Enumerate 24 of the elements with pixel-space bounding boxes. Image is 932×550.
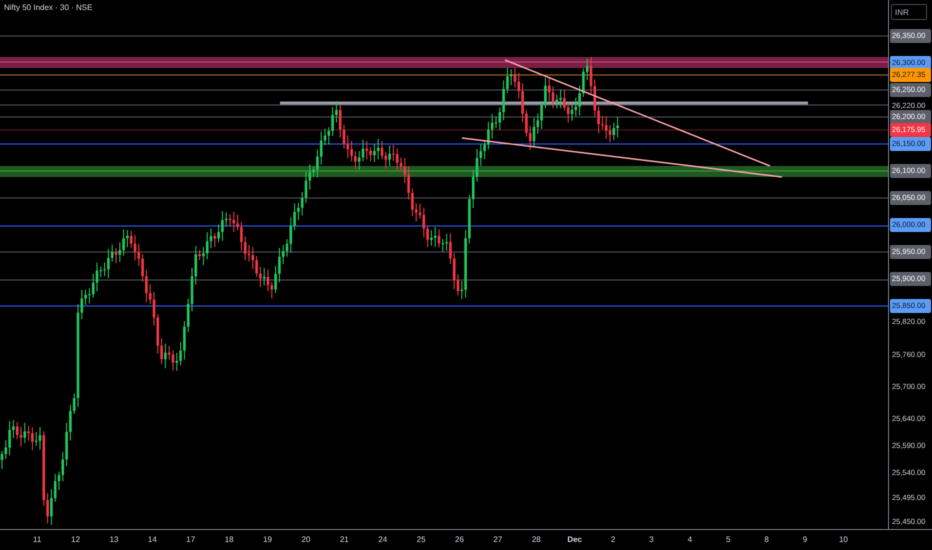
date-label: 26	[455, 534, 464, 546]
date-label: 20	[301, 534, 310, 546]
date-label: 11	[33, 534, 42, 546]
date-label: 28	[532, 534, 541, 546]
currency-label[interactable]: INR	[891, 4, 927, 20]
date-label: 9	[802, 534, 808, 546]
date-label: 21	[340, 534, 349, 546]
date-label: 4	[688, 534, 692, 546]
date-label: 2	[610, 534, 616, 546]
date-label: 27	[493, 534, 502, 546]
date-label: 13	[110, 534, 118, 546]
date-label: 5	[726, 534, 730, 546]
date-label: 3	[649, 534, 654, 546]
date-label: 12	[71, 534, 80, 546]
date-label: 19	[263, 534, 272, 546]
date-label: 17	[186, 534, 196, 546]
date-label: 24	[378, 534, 388, 546]
symbol-title: Nifty 50 Index · 30 · NSE	[4, 3, 92, 12]
date-label: 25	[416, 534, 426, 546]
date-label: 10	[838, 534, 848, 546]
date-label: Dec	[567, 534, 582, 546]
date-label: 18	[224, 534, 234, 546]
date-label: 14	[148, 534, 157, 546]
date-label: 8	[764, 534, 769, 546]
